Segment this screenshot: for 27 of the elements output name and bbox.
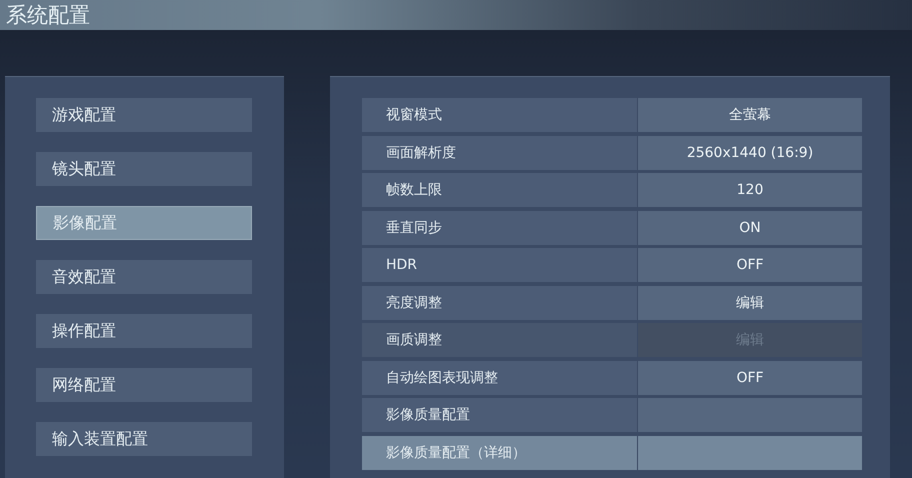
menu-item[interactable]: 游戏配置 [36,98,252,132]
setting-label: 帧数上限 [362,173,637,207]
setting-label: 亮度调整 [362,286,637,320]
setting-label: 影像质量配置（详细） [362,436,637,470]
setting-value[interactable]: 编辑 [638,286,862,320]
setting-value[interactable] [638,436,862,470]
setting-label: 自动绘图表现调整 [362,360,637,394]
window-title: 系统配置 [6,2,90,29]
setting-value[interactable]: OFF [638,248,862,282]
menu-item[interactable]: 影像配置 [36,206,252,240]
setting-label: 影像质量配置 [362,398,637,432]
menu-item[interactable]: 镜头配置 [36,152,252,186]
setting-value[interactable] [638,398,862,432]
setting-value[interactable]: 全萤幕 [638,98,862,132]
setting-value[interactable]: ON [638,210,862,244]
setting-value[interactable]: 120 [638,173,862,207]
setting-label: 视窗模式 [362,98,637,132]
setting-label: 垂直同步 [362,210,637,244]
menu-item[interactable]: 网络配置 [36,368,252,402]
setting-value[interactable]: 2560x1440 (16:9) [638,136,862,170]
menu-item[interactable]: 音效配置 [36,260,252,294]
setting-label: 画面解析度 [362,136,637,170]
setting-label: HDR [362,248,637,282]
menu-item[interactable]: 操作配置 [36,314,252,348]
menu-item[interactable]: 输入装置配置 [36,422,252,456]
setting-label: 画质调整 [362,323,637,357]
setting-value[interactable]: OFF [638,360,862,394]
